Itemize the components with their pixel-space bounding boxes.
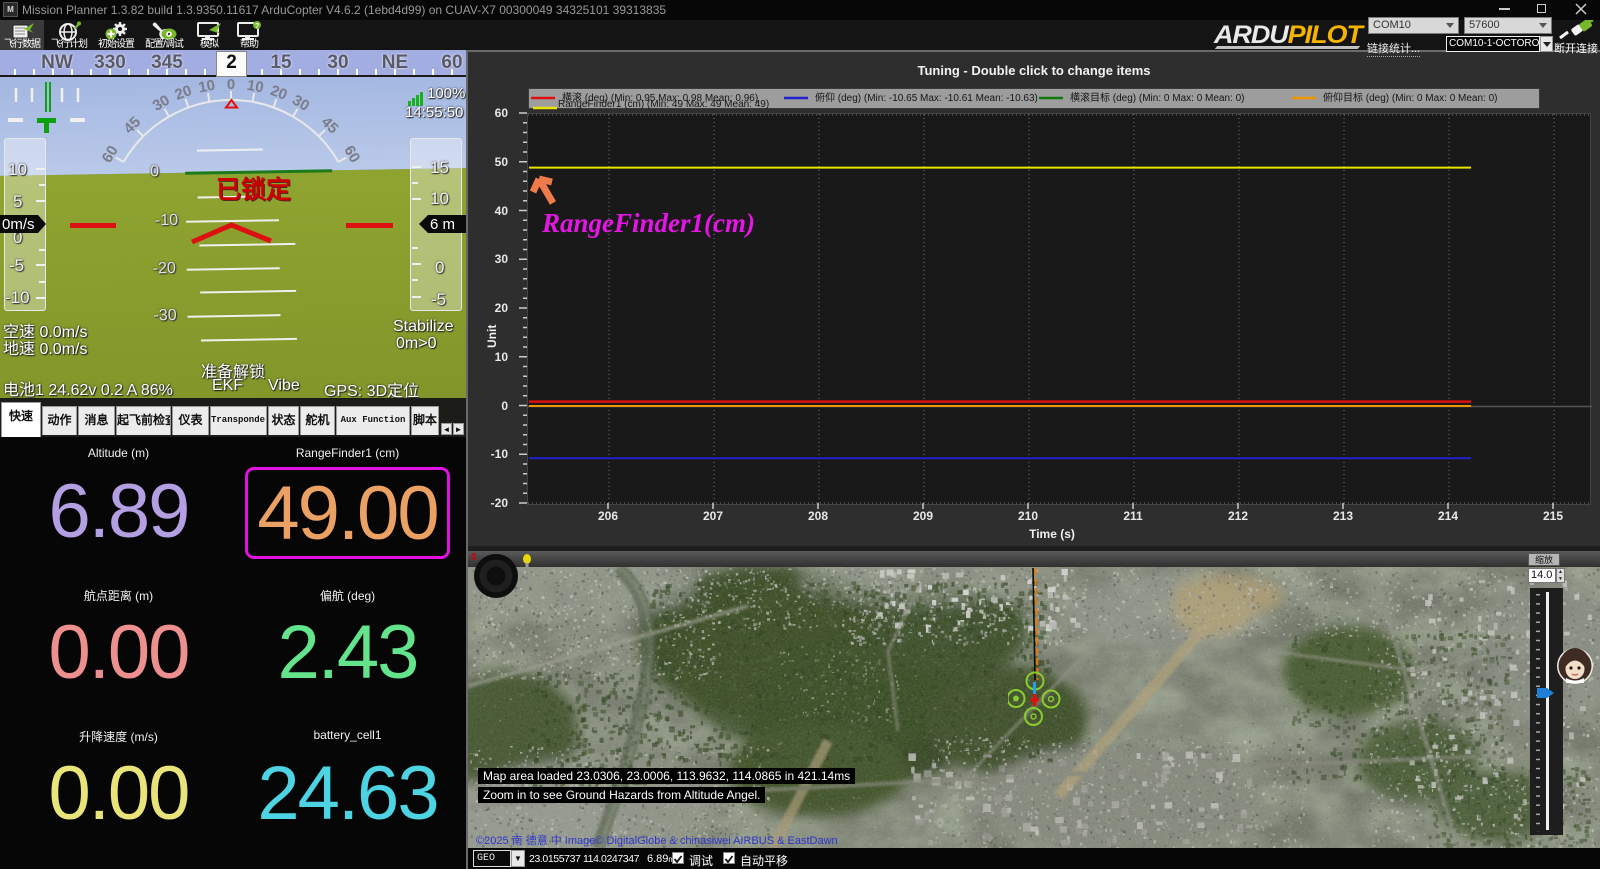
- svg-text:6 m: 6 m: [430, 216, 455, 233]
- svg-text:0: 0: [227, 76, 235, 93]
- svg-text:20: 20: [173, 82, 194, 104]
- svg-text:10: 10: [246, 77, 265, 97]
- svg-text:0m/s: 0m/s: [2, 216, 35, 233]
- svg-text:10: 10: [197, 77, 216, 97]
- svg-text:30: 30: [150, 92, 173, 115]
- svg-text:30: 30: [289, 92, 312, 115]
- svg-text:?: ?: [255, 23, 259, 30]
- svg-text:60: 60: [99, 143, 122, 166]
- svg-text:60: 60: [340, 143, 363, 166]
- svg-text:20: 20: [268, 82, 289, 104]
